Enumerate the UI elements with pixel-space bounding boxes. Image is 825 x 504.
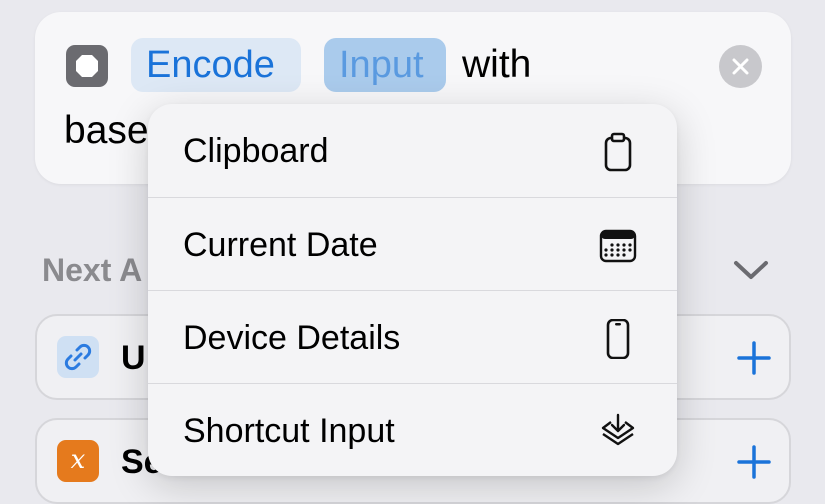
clipboard-icon bbox=[604, 132, 632, 172]
clear-action-button[interactable] bbox=[719, 45, 762, 88]
menu-item-label: Shortcut Input bbox=[183, 412, 395, 450]
plus-icon[interactable] bbox=[737, 341, 771, 375]
variable-x-icon: x bbox=[57, 440, 99, 482]
menu-item-label: Current Date bbox=[183, 226, 378, 264]
shortcut-input-icon bbox=[601, 413, 635, 446]
suggestion-label: U bbox=[121, 339, 146, 377]
action-text-with: with bbox=[462, 43, 532, 86]
encode-mode-chip[interactable]: Encode bbox=[131, 38, 301, 92]
next-actions-title: Next A bbox=[42, 252, 143, 288]
action-text-base: base bbox=[64, 109, 149, 152]
iphone-icon bbox=[606, 319, 630, 359]
menu-item-clipboard[interactable]: Clipboard bbox=[148, 104, 677, 197]
menu-item-current-date[interactable]: Current Date bbox=[148, 197, 677, 290]
plus-icon[interactable] bbox=[737, 445, 771, 479]
link-icon bbox=[57, 336, 99, 378]
clear-x-icon bbox=[732, 58, 749, 75]
menu-item-label: Device Details bbox=[183, 319, 401, 357]
menu-item-device-details[interactable]: Device Details bbox=[148, 290, 677, 383]
input-variable-chip[interactable]: Input bbox=[324, 38, 446, 92]
stop-square-icon bbox=[66, 45, 108, 87]
chevron-down-icon[interactable] bbox=[732, 258, 770, 282]
menu-item-shortcut-input[interactable]: Shortcut Input bbox=[148, 383, 677, 476]
calendar-icon bbox=[599, 229, 637, 263]
menu-item-label: Clipboard bbox=[183, 132, 329, 170]
variable-picker-menu: Clipboard Current Date Device Details Sh… bbox=[148, 104, 677, 476]
